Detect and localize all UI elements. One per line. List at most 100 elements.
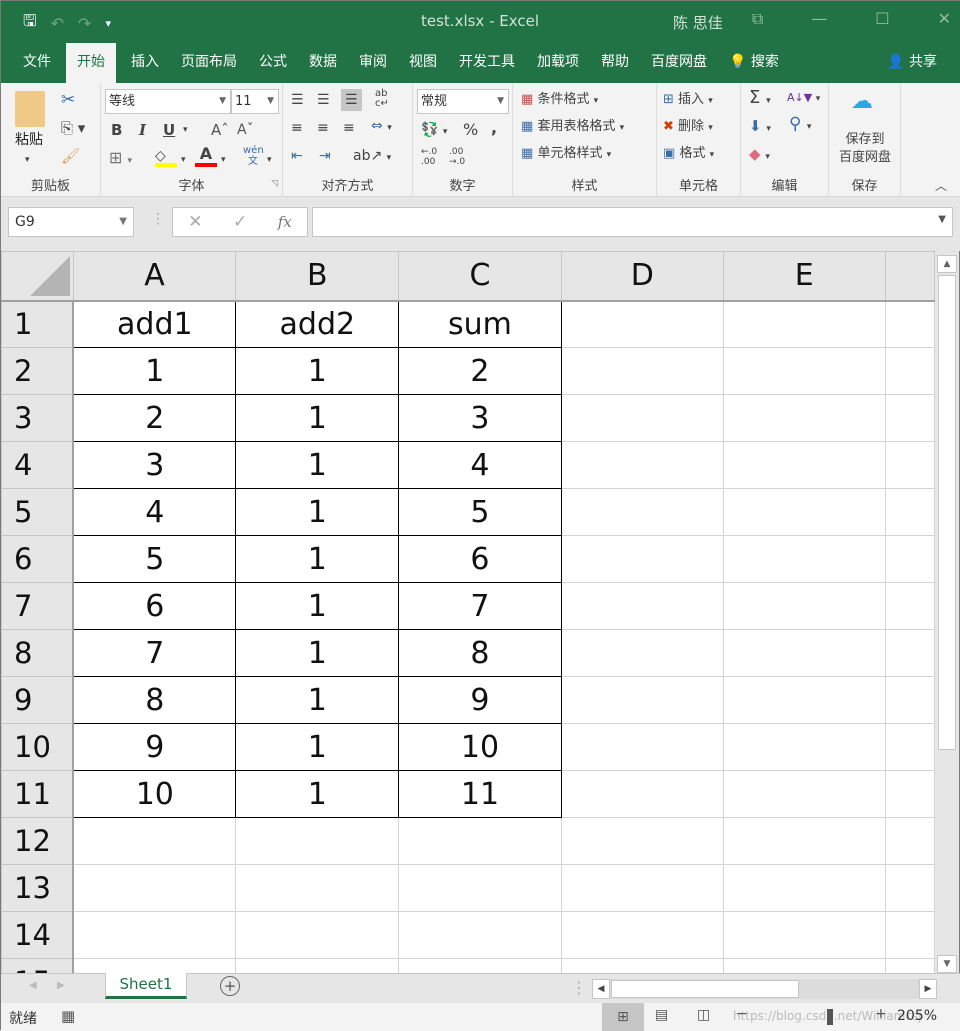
- insert-function-icon[interactable]: fx: [278, 213, 292, 231]
- formula-bar-grip[interactable]: ⋮: [151, 211, 165, 227]
- tab-file[interactable]: 文件: [1, 43, 62, 83]
- column-header-b[interactable]: B: [235, 251, 400, 302]
- italic-button[interactable]: I: [139, 121, 146, 139]
- phonetic-guide-icon[interactable]: wén 文: [243, 145, 264, 167]
- cell-A9[interactable]: 8: [72, 676, 237, 724]
- horizontal-scrollbar[interactable]: ◀ ▶: [592, 979, 937, 999]
- cell-B8[interactable]: 1: [235, 629, 400, 677]
- font-name-select[interactable]: 等线 ▼: [105, 89, 231, 114]
- cell-C2[interactable]: 2: [398, 347, 562, 395]
- page-break-preview-icon[interactable]: ◫: [697, 1007, 710, 1023]
- row-header[interactable]: 9: [1, 676, 75, 724]
- cell-E14[interactable]: [722, 911, 886, 959]
- underline-dropdown[interactable]: ▾: [183, 121, 188, 139]
- row-header[interactable]: 5: [1, 488, 75, 536]
- decrease-decimal-icon[interactable]: .00 →.0: [449, 147, 465, 167]
- cell-A14[interactable]: [72, 911, 237, 959]
- column-header-c[interactable]: C: [398, 251, 562, 302]
- cell-A4[interactable]: 3: [72, 441, 237, 489]
- align-right-icon[interactable]: ≡: [343, 119, 355, 137]
- horizontal-scroll-thumb[interactable]: [611, 980, 799, 998]
- align-top-icon[interactable]: ☰: [291, 91, 304, 109]
- cell-B4[interactable]: 1: [235, 441, 400, 489]
- cell-D4[interactable]: [560, 441, 724, 489]
- column-header-d[interactable]: D: [560, 251, 724, 302]
- cell-E5[interactable]: [722, 488, 886, 536]
- cell-A6[interactable]: 5: [72, 535, 237, 583]
- cell-C13[interactable]: [398, 864, 562, 912]
- cell[interactable]: [884, 582, 935, 630]
- autosum-icon[interactable]: Σ ▾: [749, 89, 771, 110]
- cell-C11[interactable]: 11: [398, 770, 562, 818]
- cell-C9[interactable]: 9: [398, 676, 562, 724]
- cell-B1[interactable]: add2: [235, 300, 400, 348]
- copy-icon[interactable]: ⎘ ▾: [61, 119, 85, 137]
- cell-C10[interactable]: 10: [398, 723, 562, 771]
- cell[interactable]: [884, 676, 935, 724]
- select-all-corner[interactable]: [1, 251, 74, 302]
- close-icon[interactable]: ✕: [938, 9, 951, 29]
- cell-D9[interactable]: [560, 676, 724, 724]
- row-header[interactable]: 1: [1, 300, 75, 348]
- align-center-icon[interactable]: ≡: [317, 119, 329, 137]
- user-name[interactable]: 陈 思佳: [673, 12, 723, 33]
- cell-C15[interactable]: [398, 958, 562, 973]
- row-header[interactable]: 3: [1, 394, 75, 442]
- cell-D8[interactable]: [560, 629, 724, 677]
- cell-E7[interactable]: [722, 582, 886, 630]
- cell[interactable]: [884, 723, 935, 771]
- tab-help[interactable]: 帮助: [590, 43, 640, 83]
- fill-color-icon[interactable]: ◇: [155, 147, 177, 167]
- cell-A12[interactable]: [72, 817, 237, 865]
- cell[interactable]: [884, 911, 935, 959]
- cell-B3[interactable]: 1: [235, 394, 400, 442]
- minimize-icon[interactable]: —: [811, 9, 827, 29]
- sort-filter-icon[interactable]: A↓▼ ▾: [787, 89, 820, 108]
- font-dialog-launcher[interactable]: ◹: [271, 175, 278, 193]
- cell-E13[interactable]: [722, 864, 886, 912]
- cell-B11[interactable]: 1: [235, 770, 400, 818]
- row-header[interactable]: 14: [1, 911, 75, 959]
- cell-C5[interactable]: 5: [398, 488, 562, 536]
- enter-icon[interactable]: ✓: [233, 212, 247, 232]
- cell-C12[interactable]: [398, 817, 562, 865]
- cell-B13[interactable]: [235, 864, 400, 912]
- column-header-a[interactable]: A: [72, 251, 237, 302]
- tab-split-grip[interactable]: ⋮: [571, 978, 587, 997]
- format-cells-button[interactable]: ▣ 格式 ▾: [663, 145, 714, 164]
- percent-style-icon[interactable]: %: [463, 121, 478, 139]
- borders-icon[interactable]: ⊞ ▾: [109, 149, 132, 170]
- paste-button[interactable]: 粘贴: [15, 131, 43, 149]
- cell-B5[interactable]: 1: [235, 488, 400, 536]
- tab-baidu-netdisk[interactable]: 百度网盘: [640, 43, 718, 83]
- ribbon-display-options-icon[interactable]: ⧉: [752, 9, 763, 29]
- expand-formula-bar-icon[interactable]: ▼: [938, 214, 946, 225]
- tab-addins[interactable]: 加载项: [526, 43, 590, 83]
- cell-A15[interactable]: [72, 958, 237, 973]
- cell-A13[interactable]: [72, 864, 237, 912]
- tab-insert[interactable]: 插入: [120, 43, 170, 83]
- format-as-table-button[interactable]: ▦ 套用表格格式 ▾: [521, 118, 624, 137]
- cell-B6[interactable]: 1: [235, 535, 400, 583]
- row-header[interactable]: 10: [1, 723, 75, 771]
- format-painter-icon[interactable]: 🖌: [61, 147, 80, 165]
- bold-button[interactable]: B: [111, 121, 122, 139]
- find-select-icon[interactable]: ⚲ ▾: [789, 115, 811, 136]
- cell-B14[interactable]: [235, 911, 400, 959]
- align-left-icon[interactable]: ≡: [291, 119, 303, 137]
- accounting-format-icon[interactable]: 💱 ▾: [421, 121, 447, 141]
- save-to-baidu-button[interactable]: 保存到 百度网盘: [837, 131, 893, 167]
- row-header[interactable]: 6: [1, 535, 75, 583]
- clear-icon[interactable]: ◆ ▾: [749, 145, 770, 166]
- cell-B12[interactable]: [235, 817, 400, 865]
- cell-D2[interactable]: [560, 347, 724, 395]
- vertical-scrollbar[interactable]: ▲ ▼: [937, 255, 957, 973]
- row-header[interactable]: 8: [1, 629, 75, 677]
- cell-E6[interactable]: [722, 535, 886, 583]
- cell-E12[interactable]: [722, 817, 886, 865]
- cell[interactable]: [884, 488, 935, 536]
- share-button[interactable]: 👤 共享: [876, 43, 960, 83]
- cell-D15[interactable]: [560, 958, 724, 973]
- worksheet-grid[interactable]: ABCDE 1 add1 add2 sum 2 1 1 2 3 2 1 3 4 3 1 4 5 4 1 5 6 5 1 6 7 6…: [1, 251, 935, 973]
- increase-decimal-icon[interactable]: ←.0.00: [421, 147, 437, 167]
